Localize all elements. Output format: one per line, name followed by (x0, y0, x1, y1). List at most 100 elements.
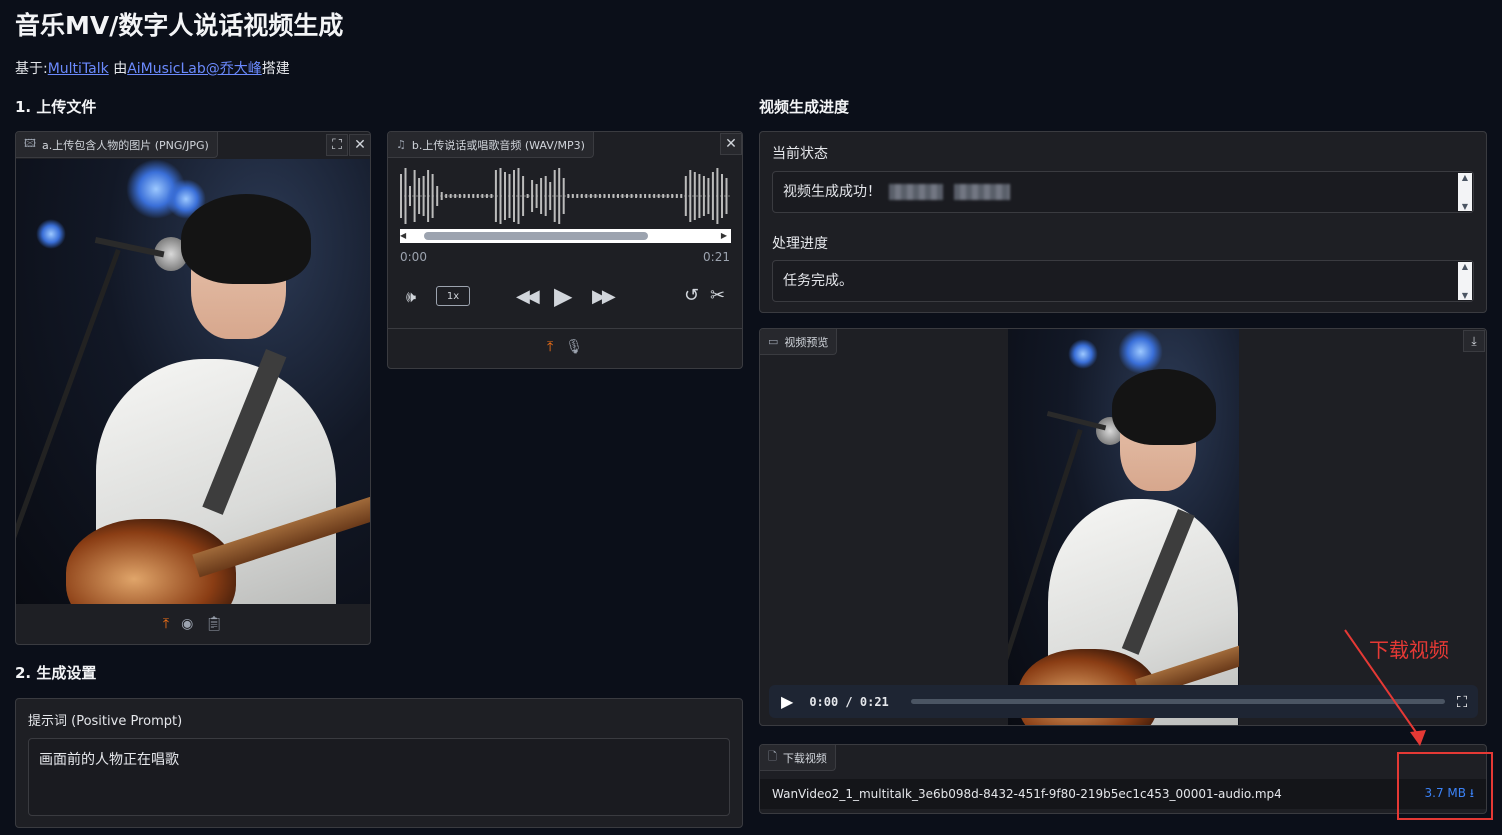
video-preview-label: 视频预览 (784, 335, 829, 349)
audio-scrollbar[interactable]: ◀ ▶ (400, 229, 731, 243)
waveform-bar (490, 194, 493, 198)
waveform-bar (449, 194, 452, 198)
download-icon[interactable]: ⤓ (1463, 330, 1485, 352)
process-progress-field[interactable]: 任务完成。 ▲ ▼ (772, 260, 1474, 302)
scissors-icon[interactable]: ✂ (710, 285, 725, 306)
undo-icon[interactable]: ↺ (684, 285, 699, 306)
waveform-bar (549, 182, 552, 210)
page-subtitle: 基于:MultiTalk 由AiMusicLab@乔大峰搭建 (15, 58, 290, 78)
image-upload-tab: 🖾 a.上传包含人物的图片 (PNG/JPG) (16, 132, 218, 158)
section-settings-title: 2. 生成设置 (15, 664, 97, 682)
process-progress-value: 任务完成。 (783, 273, 853, 289)
waveform-bar (698, 174, 701, 218)
waveform-bar (653, 194, 656, 198)
waveform-bar (621, 194, 624, 198)
close-icon[interactable]: ✕ (720, 133, 742, 155)
waveform-bar (594, 194, 597, 198)
video-play-icon[interactable]: ▶ (781, 692, 793, 711)
audio-time-current: 0:00 (400, 250, 427, 264)
waveform-bar (513, 170, 515, 222)
waveform-bar (657, 194, 660, 198)
waveform-bar (436, 186, 439, 206)
subtitle-mid: 由 (108, 61, 128, 77)
video-icon: ▭ (768, 335, 779, 348)
waveform-bar (531, 180, 534, 212)
waveform-bar (585, 194, 588, 198)
close-icon[interactable]: ✕ (349, 134, 370, 156)
waveform-bar (476, 194, 479, 198)
waveform-bar (666, 194, 669, 198)
waveform-bar (598, 194, 601, 198)
waveform-bar (576, 194, 579, 198)
current-status-field[interactable]: 视频生成成功！ ▲ ▼ (772, 171, 1474, 213)
subtitle-prefix: 基于: (15, 61, 48, 77)
volume-icon[interactable]: 🕪︎ (406, 287, 416, 307)
prompt-textarea[interactable]: 画面前的人物正在唱歌 (28, 738, 730, 816)
waveform-bar (540, 178, 543, 214)
audio-waveform[interactable] (400, 168, 730, 224)
audio-upload-panel: ♫ b.上传说话或唱歌音频 (WAV/MP3) ✕ ◀ ▶ 0:00 0:21 … (387, 131, 743, 369)
waveform-bar (567, 194, 570, 198)
waveform-bar (562, 178, 565, 214)
video-frame[interactable] (1008, 329, 1239, 725)
waveform-bar (517, 168, 520, 224)
waveform-bar (702, 176, 705, 216)
process-progress-label: 处理进度 (772, 236, 828, 252)
image-toolbar: ⤒ ◉ 📋︎ (16, 616, 370, 632)
waveform-bar (716, 168, 719, 224)
progress-section-title: 视频生成进度 (759, 98, 850, 116)
waveform-bar (617, 194, 619, 198)
waveform-bar (522, 176, 525, 216)
waveform-bar (481, 194, 484, 198)
page-title: 音乐MV/数字人说话视频生成 (15, 11, 344, 40)
clipboard-icon[interactable]: 📋︎ (205, 616, 223, 632)
author-link[interactable]: AiMusicLab@乔大峰 (127, 61, 262, 77)
waveform-bar (526, 194, 529, 198)
waveform-bar (571, 194, 574, 198)
download-label: 下载视频 (782, 751, 827, 765)
waveform-bar (400, 174, 402, 218)
play-icon[interactable]: ▶ (554, 282, 572, 310)
waveform-bar (626, 194, 628, 198)
audio-time-total: 0:21 (703, 250, 730, 264)
waveform-bar (644, 194, 647, 198)
status-scrollbar[interactable]: ▲ ▼ (1458, 173, 1472, 211)
waveform-bar (612, 194, 615, 198)
image-upload-label: a.上传包含人物的图片 (PNG/JPG) (41, 138, 209, 152)
current-status-label: 当前状态 (772, 146, 828, 162)
waveform-bar (693, 172, 696, 220)
waveform-bar (607, 194, 610, 198)
waveform-bar (725, 178, 728, 214)
upload-icon[interactable]: ⤒ (163, 616, 169, 632)
upload-icon[interactable]: ⤒ (547, 339, 553, 355)
audio-upload-label: b.上传说话或唱歌音频 (WAV/MP3) (411, 138, 585, 152)
speed-button[interactable]: 1x (436, 286, 470, 306)
waveform-bar (427, 170, 430, 222)
waveform-bar (630, 194, 633, 198)
microphone-icon[interactable]: 🎙︎ (565, 339, 583, 355)
prompt-label: 提示词 (Positive Prompt) (28, 714, 183, 729)
download-file-row[interactable]: WanVideo2_1_multitalk_3e6b098d-8432-451f… (760, 779, 1486, 809)
waveform-bar (648, 194, 651, 198)
video-fullscreen-icon[interactable]: ⛶ (1457, 693, 1468, 711)
process-scrollbar[interactable]: ▲ ▼ (1458, 262, 1472, 300)
current-status-value: 视频生成成功！ (783, 184, 881, 200)
image-upload-panel: 🖾 a.上传包含人物的图片 (PNG/JPG) ⛶ ✕ ⤒ ◉ 📋︎ (15, 131, 371, 645)
waveform-bar (472, 194, 475, 198)
waveform-bar (409, 186, 411, 206)
waveform-bar (711, 172, 714, 220)
forward-icon[interactable]: ▶▶ (592, 286, 616, 307)
waveform-bar (680, 194, 683, 198)
uploaded-image[interactable] (16, 159, 370, 604)
waveform-bar (454, 194, 457, 198)
rewind-icon[interactable]: ◀◀ (516, 286, 540, 307)
waveform-bar (494, 170, 497, 222)
waveform-bar (684, 176, 687, 216)
waveform-bar (544, 176, 547, 216)
waveform-bar (639, 194, 642, 198)
webcam-icon[interactable]: ◉ (181, 616, 193, 632)
fullscreen-icon[interactable]: ⛶ (326, 134, 348, 156)
file-icon: 🗋︎ (768, 750, 777, 763)
download-tab: 🗋︎ 下载视频 (760, 745, 836, 771)
multitalk-link[interactable]: MultiTalk (48, 61, 109, 77)
